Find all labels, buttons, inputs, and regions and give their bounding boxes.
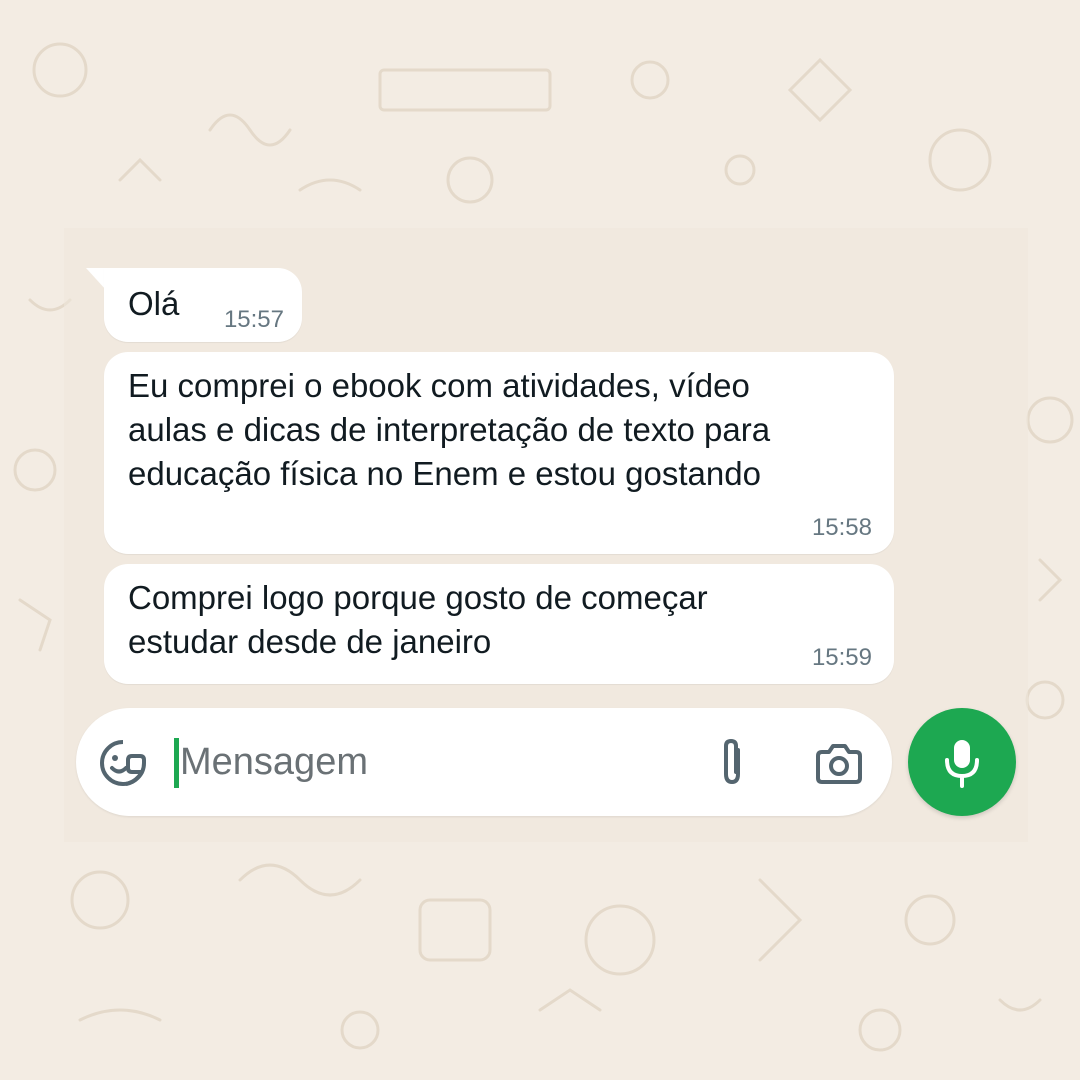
message-bubble[interactable]: Comprei logo porque gosto de começar est… [104, 564, 894, 684]
microphone-icon [945, 740, 979, 788]
text-cursor [174, 738, 179, 788]
message-timestamp: 15:57 [223, 306, 284, 333]
message-text: Comprei logo porque gosto de começar est… [128, 579, 708, 660]
message-text: Olá [128, 285, 180, 322]
camera-icon[interactable] [814, 744, 864, 784]
message-composer [76, 708, 892, 816]
voice-message-button[interactable] [908, 708, 1016, 816]
sticker-emoji-icon[interactable] [98, 738, 148, 788]
message-input[interactable] [180, 732, 680, 792]
message-timestamp: 15:58 [811, 514, 872, 541]
message-text: Eu comprei o ebook com atividades, vídeo… [128, 367, 771, 492]
message-timestamp: 15:59 [811, 644, 872, 671]
paperclip-icon[interactable] [708, 736, 756, 788]
message-bubble[interactable]: Olá 15:57 [104, 268, 302, 342]
message-bubble[interactable]: Eu comprei o ebook com atividades, vídeo… [104, 352, 894, 554]
bubble-tail [86, 268, 106, 290]
